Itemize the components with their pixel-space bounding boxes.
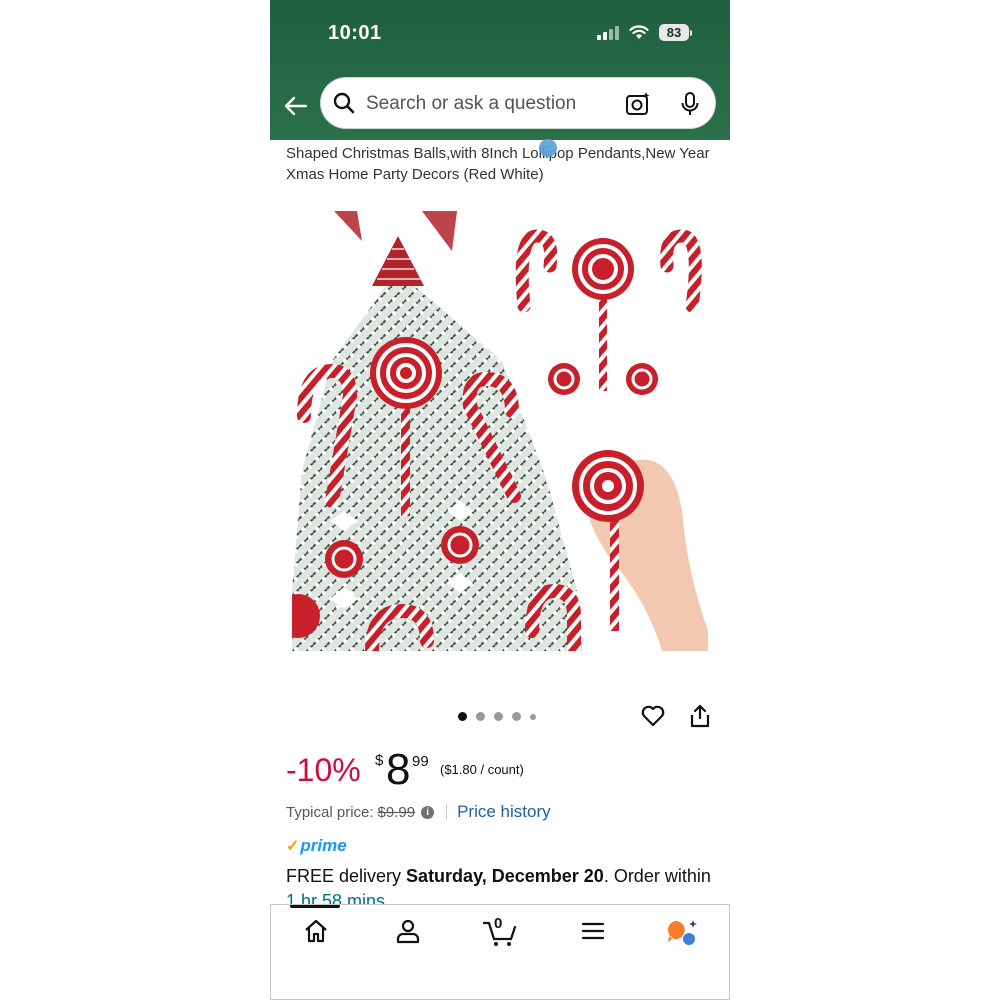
search-placeholder: Search or ask a question [366,93,577,114]
status-time: 10:01 [328,22,382,44]
account-icon[interactable] [395,918,421,944]
cellular-signal-icon [597,25,619,40]
camera-lens-icon[interactable] [625,91,651,117]
discount-percent: -10% [286,752,361,788]
search-icon [333,92,355,114]
carousel-dot[interactable] [476,712,485,721]
active-tab-indicator [290,904,340,908]
divider [446,804,448,820]
carousel-dot[interactable] [494,712,503,721]
carousel-dot[interactable] [530,713,536,720]
typical-price-label: Typical price: [286,803,374,821]
wifi-icon [629,25,649,39]
info-icon[interactable]: i [421,805,435,819]
prime-check-icon: ✓ [286,838,300,855]
price-history-link[interactable]: Price history [457,802,551,822]
typical-price-row: Typical price: $9.99 i Price history [286,802,551,822]
status-icons: 83 [597,24,692,41]
delivery-free-text: FREE delivery [286,866,407,886]
share-icon[interactable] [688,703,712,729]
delivery-order-within: . Order within [603,866,711,886]
prime-badge: ✓ prime [286,836,347,856]
carousel-dot-active[interactable] [458,712,467,721]
carousel-dot[interactable] [512,712,521,721]
home-icon[interactable] [303,918,329,944]
image-carousel-dots[interactable] [458,712,536,721]
prime-label: prime [300,836,347,855]
back-arrow-icon[interactable] [282,92,310,120]
product-image[interactable] [292,211,708,651]
price-fraction: 99 [412,753,429,770]
touch-indicator [539,139,557,157]
cart-button[interactable]: 0 [483,915,517,948]
heart-icon[interactable] [640,703,666,729]
product-title: Shaped Christmas Balls,with 8Inch Lollip… [286,145,710,183]
cart-count: 0 [494,915,503,932]
header-bar: 10:01 83 Search or ask a question [270,0,730,140]
delivery-date: Saturday, December 20 [406,866,604,886]
battery-icon: 83 [659,24,692,41]
typical-price-value: $9.99 [377,803,416,821]
search-input[interactable]: Search or ask a question [321,78,715,128]
microphone-icon[interactable] [679,91,701,117]
rufus-assistant-icon[interactable] [666,918,700,948]
unit-price: ($1.80 / count) [440,762,524,777]
price-whole: 8 [386,745,411,794]
app-screen: 10:01 83 Search or ask a question Shaped… [270,0,730,1000]
battery-level: 83 [659,24,689,41]
price-currency: $ [375,752,384,769]
menu-icon[interactable] [580,918,606,944]
